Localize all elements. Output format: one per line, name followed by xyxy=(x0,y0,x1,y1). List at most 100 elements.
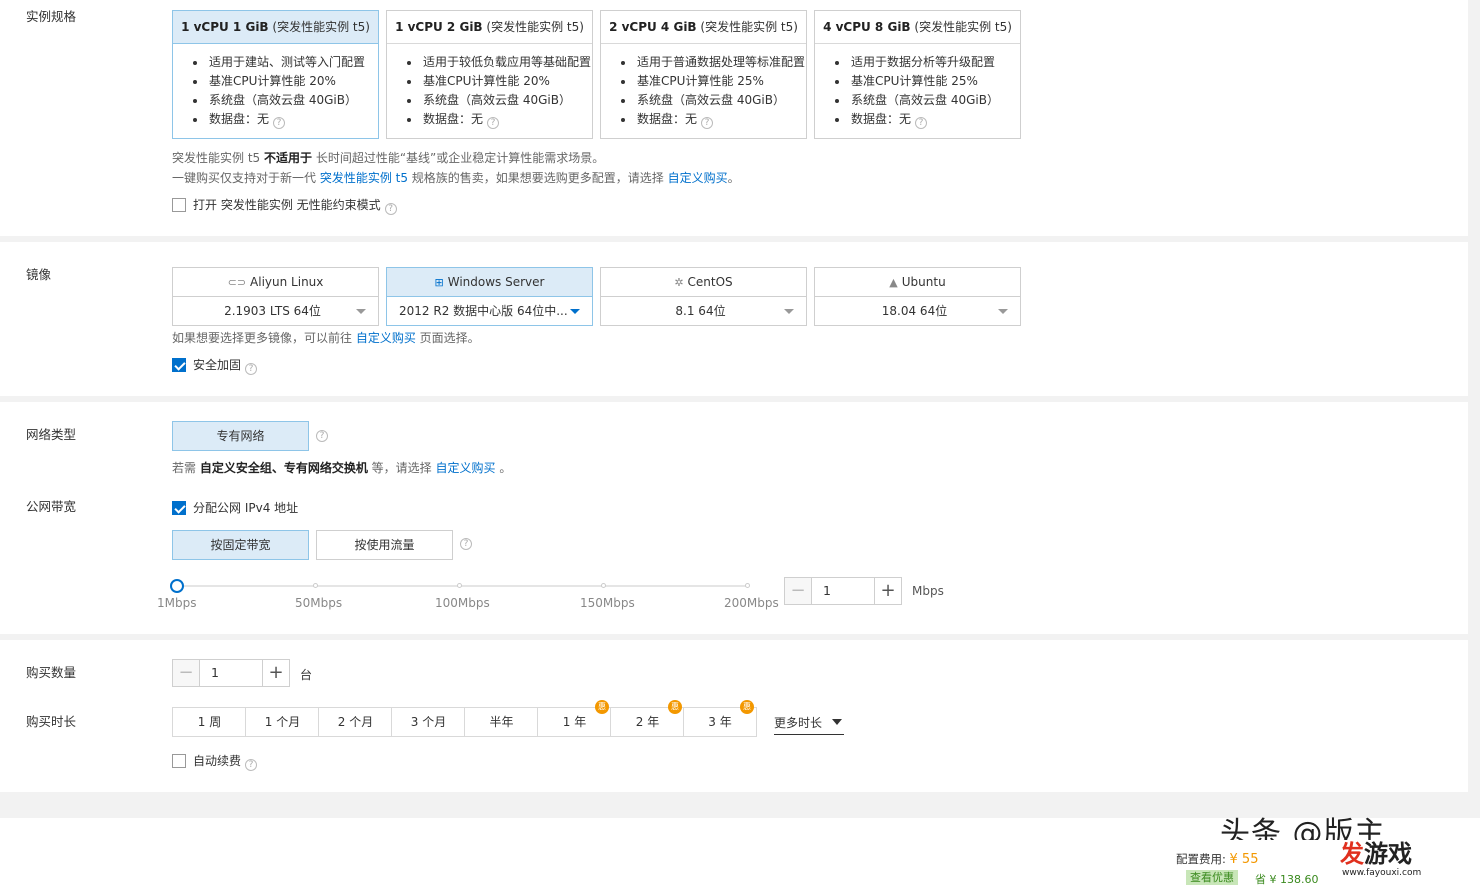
centos-icon: ✲ xyxy=(674,276,684,289)
help-icon[interactable]: ? xyxy=(384,203,397,215)
instance-card-1c1g[interactable]: 1 vCPU 1 GiB (突发性能实例 t5) 适用于建站、测试等入门配置 基… xyxy=(172,10,379,139)
ipv4-checkbox[interactable] xyxy=(172,501,186,515)
image-option-centos[interactable]: ✲ CentOS 8.1 64位 xyxy=(600,267,807,326)
list-item: 系统盘（高效云盘 40GiB） xyxy=(405,91,592,110)
security-checkbox[interactable] xyxy=(172,358,186,372)
footer-bar: 头条 @版主 配置费用: ¥ 55 查看优惠 省 ¥ 138.60 发游戏 ww… xyxy=(0,816,1480,885)
minus-icon[interactable]: − xyxy=(173,660,200,686)
slider-label: 100Mbps xyxy=(435,596,490,610)
duration-1-week[interactable]: 1 周 xyxy=(172,707,246,737)
fee-value: ¥ 55 xyxy=(1229,852,1259,867)
chevron-down-icon xyxy=(784,309,794,314)
duration-1-month[interactable]: 1 个月 xyxy=(245,707,319,737)
image-version-select[interactable]: 8.1 64位 xyxy=(600,297,807,326)
feature-list: 适用于较低负载应用等基础配置 基准CPU计算性能 20% 系统盘（高效云盘 40… xyxy=(387,44,592,129)
help-icon[interactable]: ? xyxy=(701,117,714,129)
network-type-label: 网络类型 xyxy=(26,427,77,442)
bandwidth-label: 公网带宽 xyxy=(26,499,77,514)
image-version-select[interactable]: 18.04 64位 xyxy=(814,297,1021,326)
bandwidth-stepper: − 1 + xyxy=(784,577,902,605)
help-icon[interactable]: ? xyxy=(245,363,258,375)
image-option-ubuntu[interactable]: ▲ Ubuntu 18.04 64位 xyxy=(814,267,1021,326)
brand-logo: 发游戏 xyxy=(1340,840,1412,868)
fixed-bandwidth-button[interactable]: 按固定带宽 xyxy=(172,530,309,560)
brand-url: www.fayouxi.com xyxy=(1342,868,1422,878)
image-option-aliyun-linux[interactable]: ⊂⊃ Aliyun Linux 2.1903 LTS 64位 xyxy=(172,267,379,326)
duration-half-year[interactable]: 半年 xyxy=(464,707,538,737)
quantity-stepper: − 1 + xyxy=(172,659,290,687)
security-option[interactable]: 安全加固? xyxy=(172,356,258,375)
discount-badge-icon: 惠 xyxy=(740,700,754,714)
slider-tick xyxy=(457,583,462,588)
help-icon[interactable]: ? xyxy=(245,759,258,771)
help-icon[interactable]: ? xyxy=(460,538,472,550)
discount-badge-icon: 惠 xyxy=(668,700,682,714)
unlimited-mode-option[interactable]: 打开 突发性能实例 无性能约束模式? xyxy=(172,196,397,215)
image-option-windows-server[interactable]: ⊞ Windows Server 2012 R2 数据中心版 64位中... xyxy=(386,267,593,326)
instance-card-4c8g[interactable]: 4 vCPU 8 GiB (突发性能实例 t5) 适用于数据分析等升级配置 基准… xyxy=(814,10,1021,139)
slider-tick xyxy=(601,583,606,588)
duration-3-years[interactable]: 3 年惠 xyxy=(683,700,757,737)
feature-list: 适用于建站、测试等入门配置 基准CPU计算性能 20% 系统盘（高效云盘 40G… xyxy=(173,44,378,129)
save-amount: 省 ¥ 138.60 xyxy=(1255,873,1319,885)
image-version-select[interactable]: 2.1903 LTS 64位 xyxy=(172,297,379,326)
feature-list: 适用于普通数据处理等标准配置 基准CPU计算性能 25% 系统盘（高效云盘 40… xyxy=(601,44,806,129)
unlimited-mode-checkbox[interactable] xyxy=(172,198,186,212)
duration-1-year[interactable]: 1 年惠 xyxy=(537,700,611,737)
list-item: 基准CPU计算性能 25% xyxy=(833,72,1020,91)
list-item: 数据盘：无? xyxy=(833,110,1020,129)
pay-by-traffic-button[interactable]: 按使用流量 xyxy=(316,530,453,560)
custom-purchase-link[interactable]: 自定义购买 xyxy=(668,171,728,185)
vpc-button[interactable]: 专有网络 xyxy=(172,421,309,451)
duration-2-years[interactable]: 2 年惠 xyxy=(610,700,684,737)
custom-purchase-link[interactable]: 自定义购买 xyxy=(356,331,416,345)
minus-icon[interactable]: − xyxy=(785,578,812,604)
duration-2-months[interactable]: 2 个月 xyxy=(318,707,392,737)
fee-summary: 配置费用: ¥ 55 xyxy=(1176,852,1259,867)
quantity-input[interactable]: 1 xyxy=(211,660,219,686)
auto-renew-checkbox[interactable] xyxy=(172,754,186,768)
list-item: 适用于普通数据处理等标准配置 xyxy=(619,53,806,72)
image-label: 镜像 xyxy=(26,267,52,282)
network-note: 若需 自定义安全组、专有网络交换机 等，请选择 自定义购买 。 xyxy=(172,461,512,475)
bandwidth-slider-track[interactable] xyxy=(177,585,749,587)
help-icon[interactable]: ? xyxy=(487,117,500,129)
list-item: 数据盘：无? xyxy=(405,110,592,129)
help-icon[interactable]: ? xyxy=(915,117,928,129)
instance-note-2: 一键购买仅支持对于新一代 突发性能实例 t5 规格族的售卖，如果想要选购更多配置… xyxy=(172,171,740,185)
slider-label: 200Mbps xyxy=(724,596,779,610)
image-version-select[interactable]: 2012 R2 数据中心版 64位中... xyxy=(386,297,593,326)
list-item: 系统盘（高效云盘 40GiB） xyxy=(619,91,806,110)
list-item: 数据盘：无? xyxy=(619,110,806,129)
auto-renew-option[interactable]: 自动续费? xyxy=(172,752,258,771)
slider-label: 150Mbps xyxy=(580,596,635,610)
list-item: 系统盘（高效云盘 40GiB） xyxy=(833,91,1020,110)
discount-link[interactable]: 查看优惠 xyxy=(1186,870,1238,885)
ipv4-option[interactable]: 分配公网 IPv4 地址 xyxy=(172,499,298,516)
plus-icon[interactable]: + xyxy=(874,578,901,604)
bandwidth-unit: Mbps xyxy=(912,584,944,598)
ubuntu-icon: ▲ xyxy=(889,276,898,289)
feature-list: 适用于数据分析等升级配置 基准CPU计算性能 25% 系统盘（高效云盘 40Gi… xyxy=(815,44,1020,129)
plus-icon[interactable]: + xyxy=(262,660,289,686)
windows-icon: ⊞ xyxy=(434,276,444,289)
bandwidth-slider-handle[interactable] xyxy=(170,579,184,593)
watermark: 头条 @版主 xyxy=(1220,816,1386,840)
instance-card-1c2g[interactable]: 1 vCPU 2 GiB (突发性能实例 t5) 适用于较低负载应用等基础配置 … xyxy=(386,10,593,139)
bandwidth-input[interactable]: 1 xyxy=(823,578,831,604)
custom-purchase-link[interactable]: 自定义购买 xyxy=(435,461,495,475)
duration-3-months[interactable]: 3 个月 xyxy=(391,707,465,737)
chevron-down-icon xyxy=(998,309,1008,314)
instance-card-2c4g[interactable]: 2 vCPU 4 GiB (突发性能实例 t5) 适用于普通数据处理等标准配置 … xyxy=(600,10,807,139)
network-panel: 网络类型 专有网络 ? 若需 自定义安全组、专有网络交换机 等，请选择 自定义购… xyxy=(0,402,1468,634)
list-item: 系统盘（高效云盘 40GiB） xyxy=(191,91,378,110)
list-item: 基准CPU计算性能 20% xyxy=(191,72,378,91)
slider-tick xyxy=(313,583,318,588)
help-icon[interactable]: ? xyxy=(316,430,328,442)
more-duration-select[interactable]: 更多时长 xyxy=(774,714,844,735)
duration-label: 购买时长 xyxy=(26,714,77,729)
help-icon[interactable]: ? xyxy=(273,117,286,129)
list-item: 适用于较低负载应用等基础配置 xyxy=(405,53,592,72)
slider-label: 50Mbps xyxy=(295,596,343,610)
t5-link[interactable]: 突发性能实例 t5 xyxy=(320,171,408,185)
